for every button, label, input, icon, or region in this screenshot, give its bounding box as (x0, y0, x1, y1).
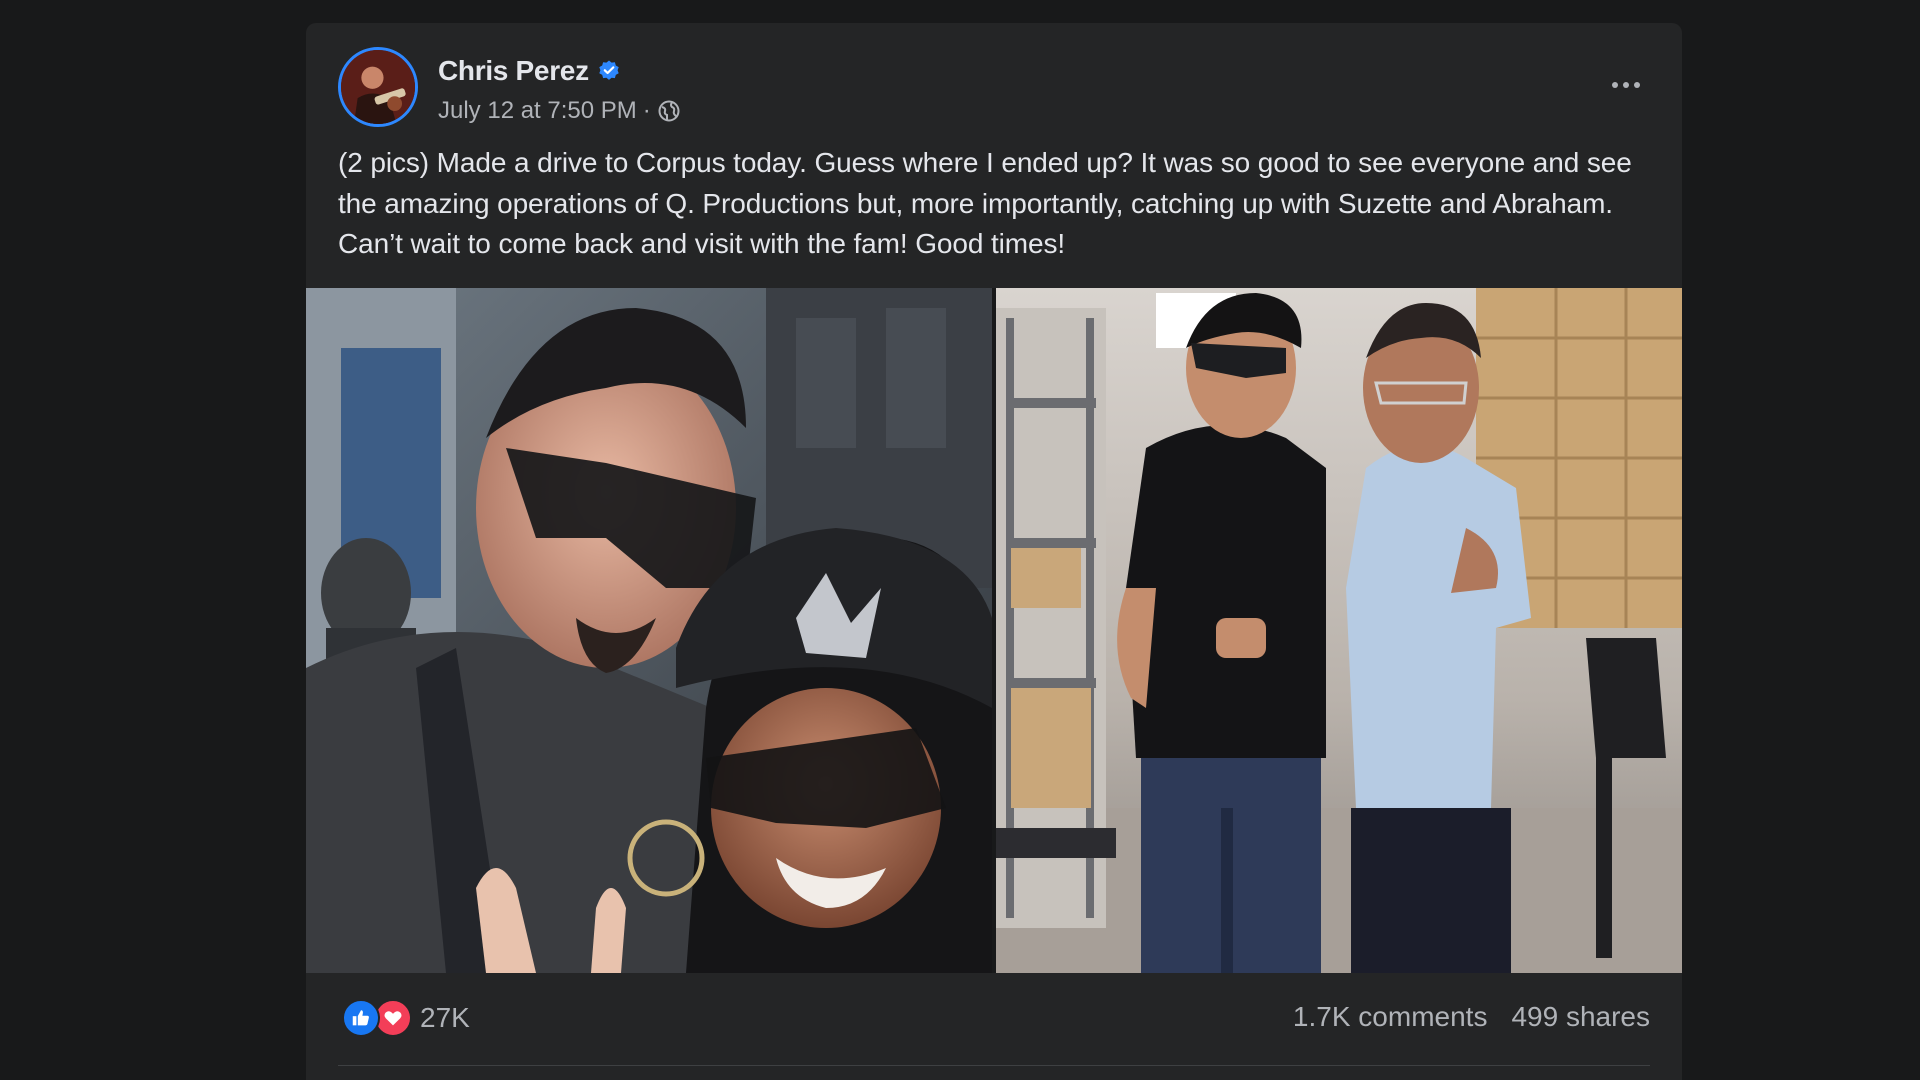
author-row: Chris Perez (438, 55, 621, 87)
post-header: Chris Perez July 12 at 7:50 PM · (338, 47, 1650, 127)
reactions-summary[interactable]: 27K (342, 999, 470, 1037)
more-options-button[interactable] (1602, 65, 1650, 105)
like-icon (342, 999, 380, 1037)
globe-icon[interactable] (657, 99, 681, 123)
shares-count-link[interactable]: 499 shares (1511, 1001, 1650, 1033)
post-meta: July 12 at 7:50 PM · (438, 97, 681, 125)
photo-selfie[interactable] (306, 288, 992, 973)
verified-badge-icon (597, 59, 621, 83)
post-card: Chris Perez July 12 at 7:50 PM · (2 pics… (306, 23, 1682, 1080)
post-timestamp[interactable]: July 12 at 7:50 PM (438, 97, 637, 125)
photo-warehouse[interactable] (996, 288, 1682, 973)
post-footer: 27K 1.7K comments 499 shares (338, 973, 1650, 1066)
author-avatar[interactable] (338, 47, 418, 127)
reaction-count: 27K (420, 1002, 470, 1033)
avatar-image (341, 50, 415, 124)
engagement-stats: 1.7K comments 499 shares (1293, 1001, 1650, 1033)
author-name[interactable]: Chris Perez (438, 55, 589, 87)
photo-grid (306, 288, 1682, 973)
meta-separator: · (642, 97, 651, 124)
post-text: (2 pics) Made a drive to Corpus today. G… (338, 147, 1632, 259)
comments-count-link[interactable]: 1.7K comments (1293, 1001, 1488, 1033)
more-options-icon (1612, 82, 1618, 88)
